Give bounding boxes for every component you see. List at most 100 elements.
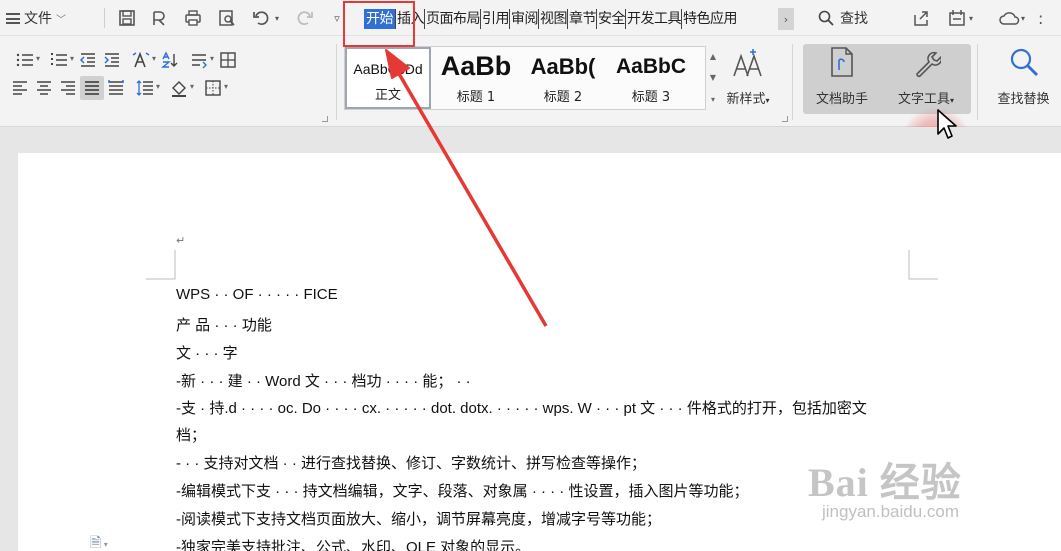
tab-developer[interactable]: 开发工具	[625, 9, 682, 29]
align-left-icon[interactable]	[8, 76, 32, 100]
shading-icon[interactable]	[162, 76, 196, 100]
increase-indent-icon[interactable]	[100, 48, 124, 72]
style-heading-1-label: 标题 1	[456, 90, 496, 105]
tab-section[interactable]: 章节	[567, 9, 597, 29]
divider	[336, 44, 337, 120]
paragraph-mark: ↵	[176, 234, 186, 247]
style-heading-1[interactable]: AaBb 标题 1	[435, 47, 517, 109]
bullets-icon[interactable]	[8, 48, 42, 72]
hamburger-icon	[6, 12, 20, 24]
doc-text-line: -编辑模式下支 · · · 持文档编辑，文字、段落、对象属 · · · · 性设…	[176, 483, 749, 500]
document-map-icon[interactable]: 🗎 ▾	[90, 532, 108, 551]
find-replace-label: 查找替换	[997, 92, 1050, 107]
styles-gallery: AaBbCcDd 正文 AaBb 标题 1 AaBb( 标题 2 AaBbC 标…	[344, 46, 706, 110]
export-pdf-icon[interactable]	[148, 7, 170, 29]
mouse-cursor-icon	[937, 109, 957, 139]
redo-icon[interactable]	[294, 7, 316, 29]
search-icon	[818, 10, 834, 26]
style-heading-2-sample: AaBb(	[530, 54, 596, 79]
doc-text-line: -支 · 持.d · · · · oc. Do · · · · cx. · · …	[176, 400, 867, 417]
paragraph-settings-launcher[interactable]	[322, 116, 328, 122]
divider	[104, 8, 105, 28]
file-menu-button[interactable]: 文件 ﹀	[6, 0, 66, 36]
ribbon-home: AaBbCcDd 正文 AaBb 标题 1 AaBb( 标题 2 AaBbC 标…	[0, 36, 1061, 180]
chinese-layout-icon[interactable]	[124, 48, 158, 72]
align-center-icon[interactable]	[32, 76, 56, 100]
style-heading-1-sample: AaBb	[440, 51, 512, 81]
sort-icon[interactable]	[158, 48, 182, 72]
customize-toolbar-icon[interactable]: ▿	[330, 7, 344, 29]
tabs-scroll-right-button[interactable]: ›	[778, 8, 794, 30]
menu-bar: 文件 ﹀ ▾ ▿ 开始 插入 页面布局 引用 审阅 视图 章节 安全 开发工具 …	[0, 0, 1061, 36]
save-icon[interactable]	[116, 7, 138, 29]
doc-helper-label: 文档助手	[815, 92, 868, 107]
doc-text-line: WPS · · OF · · · · · FICE	[176, 286, 338, 303]
more-options-icon[interactable]: :	[1038, 7, 1043, 29]
watermark-url: jingyan.baidu.com	[822, 502, 960, 521]
doc-text-line: 产 品 · · · 功能	[176, 317, 272, 334]
wps-writer-window: 文件 ﹀ ▾ ▿ 开始 插入 页面布局 引用 审阅 视图 章节 安全 开发工具 …	[0, 0, 1061, 551]
styles-settings-launcher[interactable]	[782, 116, 788, 122]
print-icon[interactable]	[182, 7, 204, 29]
tab-page-layout[interactable]: 页面布局	[424, 9, 481, 29]
tab-special-apps[interactable]: 特色应用	[681, 9, 737, 29]
numbering-icon[interactable]	[42, 48, 76, 72]
file-menu-label: 文件	[24, 11, 52, 27]
style-heading-2-label: 标题 2	[543, 90, 583, 105]
template-icon[interactable]: ▾	[948, 7, 973, 29]
table-insert-icon[interactable]	[216, 48, 240, 72]
share-icon[interactable]	[912, 7, 930, 29]
magnifier-icon	[1008, 44, 1040, 82]
annotation-highlight-box	[343, 1, 415, 47]
undo-icon[interactable]	[250, 7, 272, 29]
doc-helper-icon	[829, 44, 855, 82]
new-style-button[interactable]: 新样式▾	[716, 44, 780, 107]
tab-review[interactable]: 审阅	[509, 9, 539, 29]
gallery-expand-icon[interactable]: ▾	[711, 95, 715, 104]
doc-text-line: -新 · · · 建 · · Word 文 · · · 档功 · · · · 能…	[176, 373, 471, 390]
distributed-align-icon[interactable]	[104, 76, 128, 100]
undo-dropdown-icon[interactable]: ▾	[272, 7, 282, 29]
margin-corner-mark	[908, 250, 938, 280]
print-preview-icon[interactable]	[216, 7, 238, 29]
style-normal-label: 正文	[374, 88, 401, 103]
decrease-indent-icon[interactable]	[76, 48, 100, 72]
chevron-down-icon: ﹀	[56, 14, 66, 26]
style-normal[interactable]: AaBbCcDd 正文	[345, 47, 431, 109]
divider	[977, 44, 978, 120]
wrench-icon	[911, 44, 941, 82]
doc-text-line: 档；	[176, 427, 207, 444]
ribbon-tabs: 开始 插入 页面布局 引用 审阅 视图 章节 安全 开发工具 特色应用	[364, 9, 737, 29]
watermark-logo: Bai 经验	[808, 460, 962, 505]
paragraph-group	[8, 46, 333, 102]
search-button[interactable]: 查找	[818, 0, 868, 36]
doc-text-line: -阅读模式下支持文档页面放大、缩小，调节屏幕亮度，增减字号等功能；	[176, 511, 661, 528]
cloud-sync-icon[interactable]: ▾	[998, 7, 1025, 29]
style-heading-3-label: 标题 3	[631, 90, 671, 105]
margin-corner-mark	[146, 250, 176, 280]
borders-icon[interactable]	[196, 76, 230, 100]
line-spacing-icon[interactable]	[128, 76, 162, 100]
find-replace-button[interactable]: 查找替换	[986, 44, 1061, 107]
style-normal-sample: AaBbCcDd	[353, 61, 423, 77]
doc-helper-button[interactable]: 文档助手	[806, 44, 878, 107]
text-tools-button[interactable]: 文字工具▾	[884, 44, 968, 107]
tab-view[interactable]: 视图	[538, 9, 568, 29]
new-style-icon	[731, 44, 765, 82]
new-style-label: 新样式▾	[726, 92, 770, 107]
baidu-jingyan-watermark: Bai 经验 jingyan.baidu.com	[808, 450, 1023, 530]
text-tools-label: 文字工具▾	[897, 92, 955, 107]
align-right-icon[interactable]	[56, 76, 80, 100]
style-heading-2[interactable]: AaBb( 标题 2	[523, 47, 603, 109]
tab-references[interactable]: 引用	[480, 9, 510, 29]
tab-security[interactable]: 安全	[596, 9, 626, 29]
style-heading-3-sample: AaBbC	[615, 55, 686, 78]
style-heading-3[interactable]: AaBbC 标题 3	[611, 47, 691, 109]
show-hide-marks-icon[interactable]	[182, 48, 216, 72]
doc-text-line: 文 · · · 字	[176, 345, 238, 362]
justify-icon[interactable]	[80, 76, 104, 100]
doc-text-line: -独家完美支持批注、公式、水印、OLE 对象的显示。	[176, 539, 531, 551]
search-label: 查找	[840, 11, 868, 27]
divider	[792, 44, 793, 120]
doc-text-line: - · · 支持对文档 · · 进行查找替换、修订、字数统计、拼写检查等操作；	[176, 455, 646, 472]
